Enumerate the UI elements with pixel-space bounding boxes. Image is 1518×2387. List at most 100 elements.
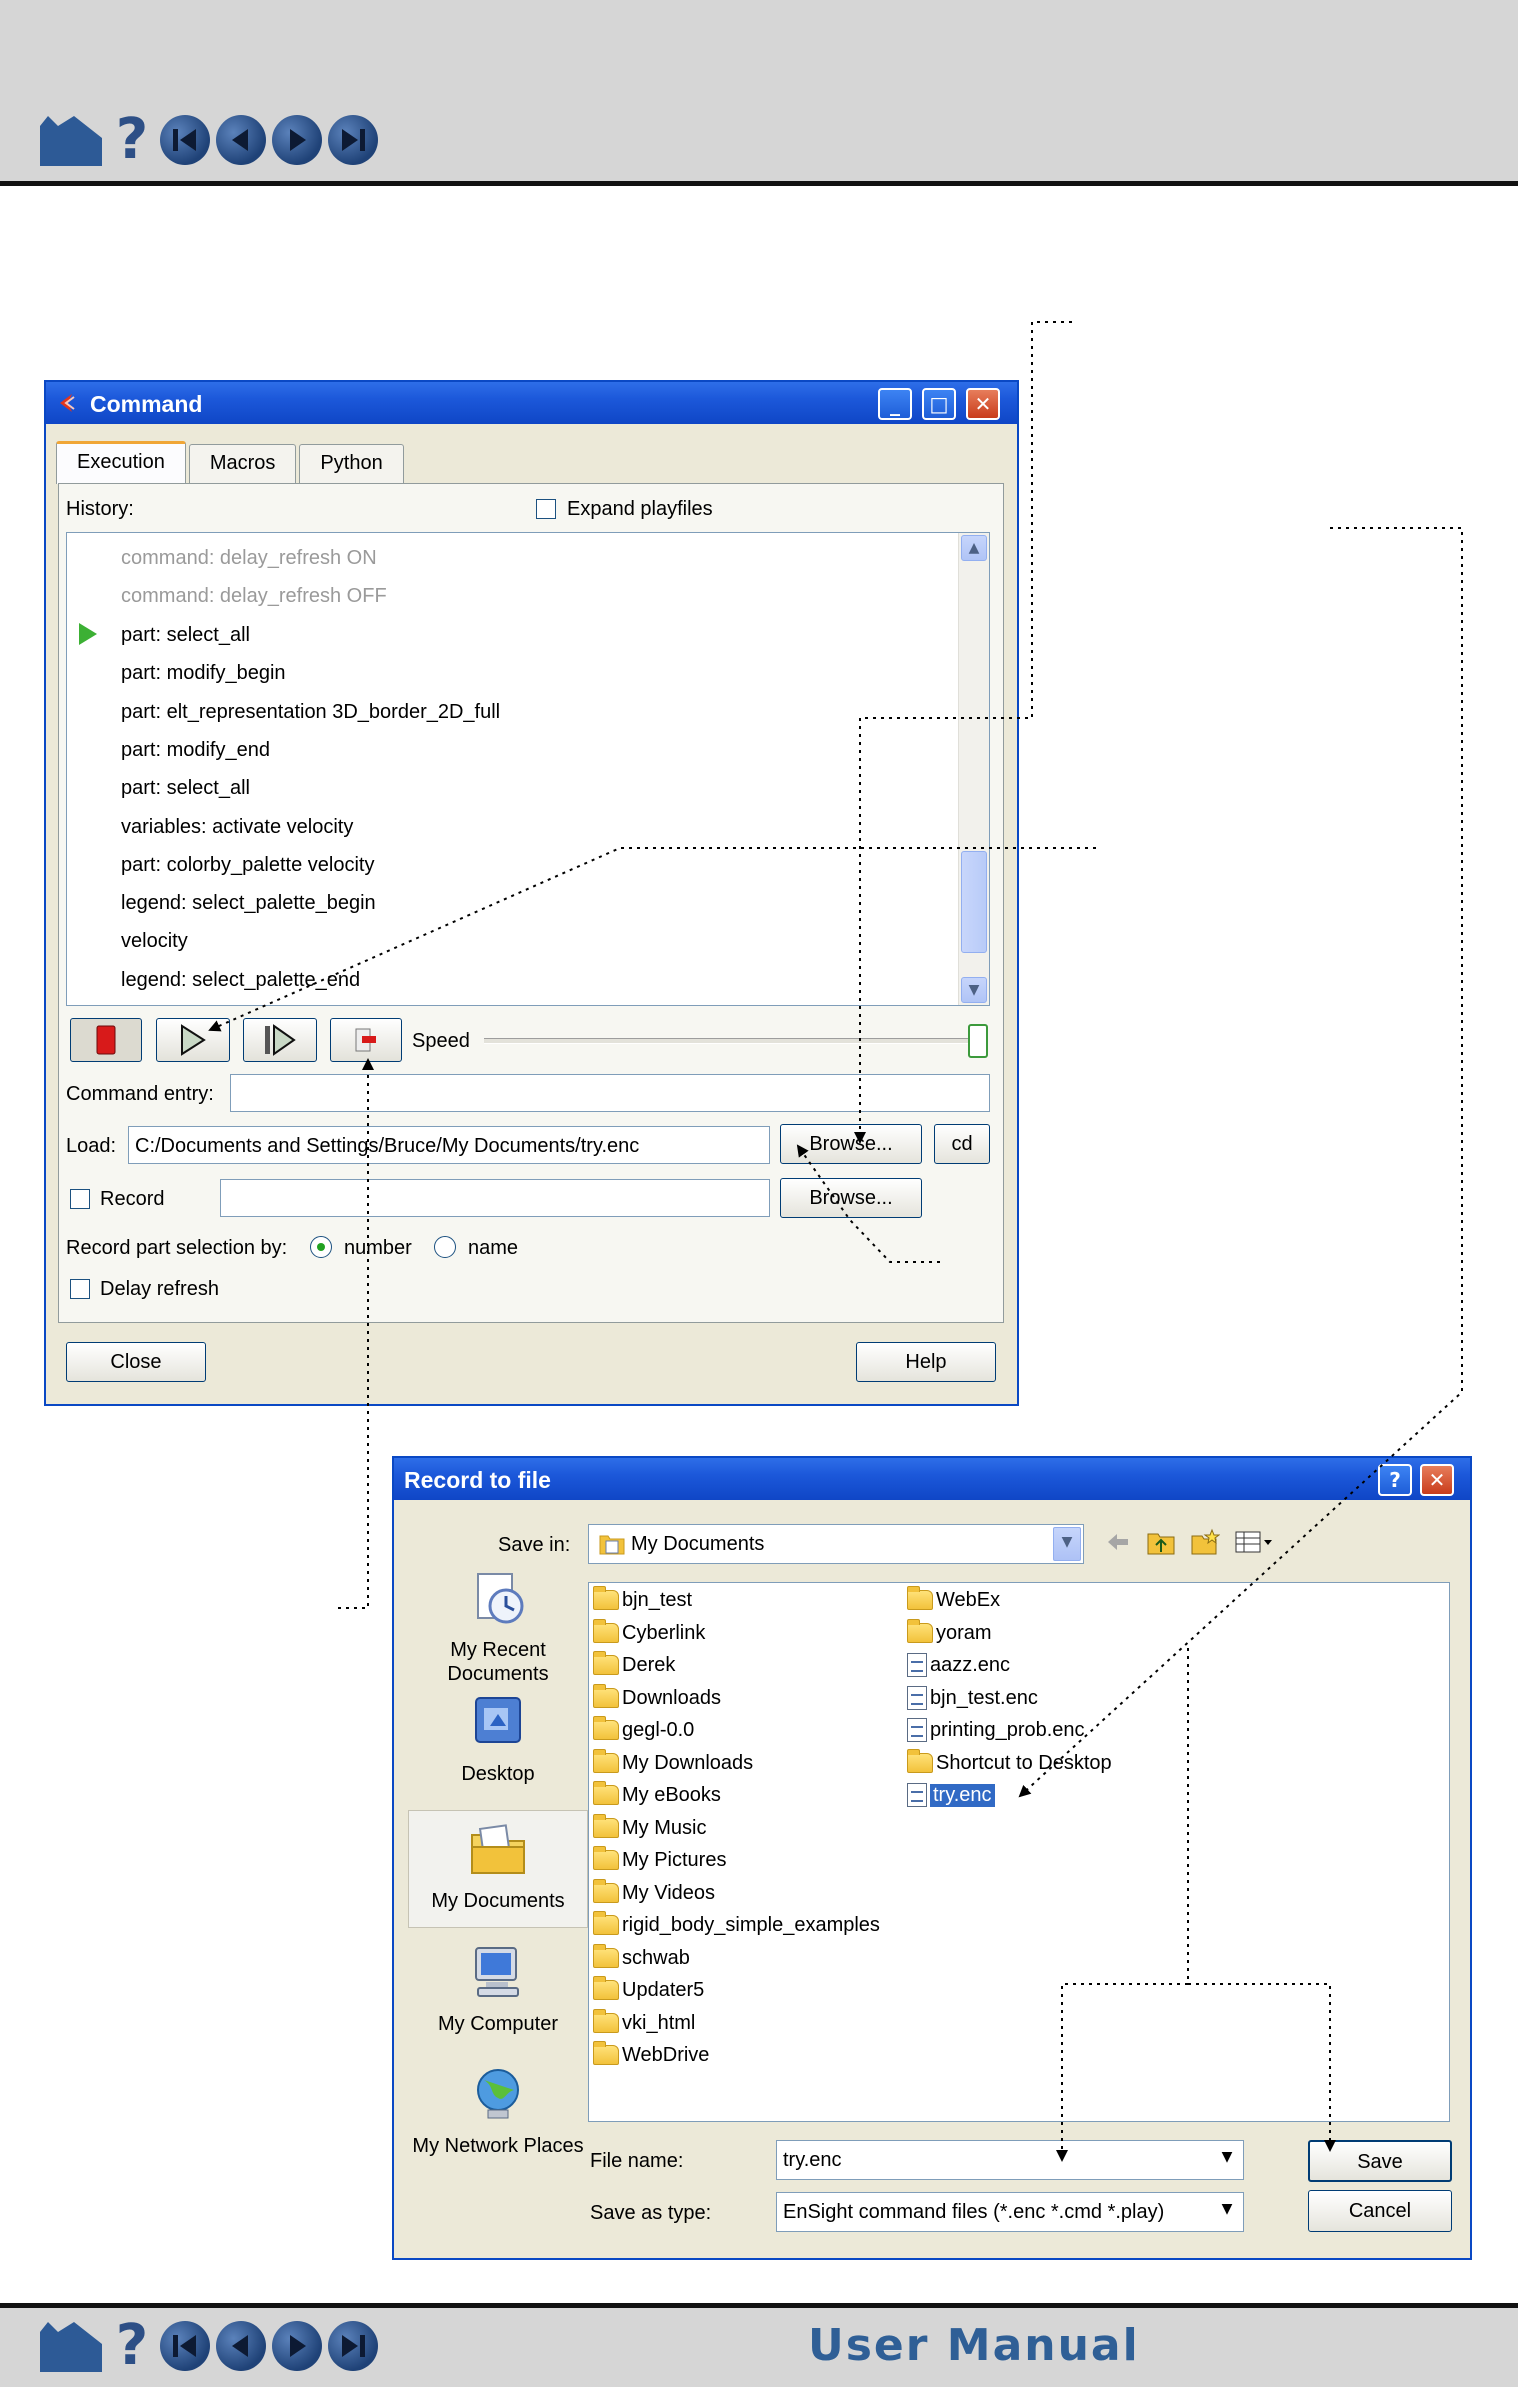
minimize-button[interactable]: _ — [878, 388, 912, 420]
list-item[interactable]: vki_html — [593, 2008, 695, 2038]
play-button[interactable] — [156, 1018, 230, 1062]
radio-number[interactable] — [310, 1236, 332, 1258]
tab-macros[interactable]: Macros — [188, 444, 297, 484]
previous-page-icon[interactable] — [216, 2321, 266, 2371]
list-item[interactable]: WebDrive — [593, 2040, 709, 2070]
list-item[interactable]: yoram — [907, 1618, 992, 1648]
delay-refresh-checkbox[interactable] — [70, 1279, 90, 1299]
list-item[interactable]: aazz.enc — [907, 1650, 1010, 1680]
last-page-icon[interactable] — [328, 115, 378, 165]
place-network[interactable]: My Network Places — [408, 2064, 588, 2158]
list-item[interactable]: rigid_body_simple_examples — [593, 1910, 880, 1940]
folder-icon — [593, 2009, 619, 2033]
list-item[interactable]: My eBooks — [593, 1780, 721, 1810]
new-folder-icon[interactable] — [1190, 1528, 1220, 1556]
list-item[interactable]: Derek — [593, 1650, 675, 1680]
help-icon[interactable]: ? — [110, 2318, 154, 2374]
close-window-button[interactable]: ✕ — [966, 388, 1000, 420]
next-page-icon[interactable] — [272, 2321, 322, 2371]
history-item[interactable]: command: delay_refresh ON — [121, 547, 377, 570]
tab-python[interactable]: Python — [299, 444, 404, 484]
view-menu-icon[interactable] — [1234, 1528, 1274, 1556]
place-my-computer[interactable]: My Computer — [408, 1942, 588, 2036]
step-button[interactable] — [243, 1018, 317, 1062]
list-item[interactable]: printing_prob.enc — [907, 1715, 1085, 1745]
list-item[interactable]: My Videos — [593, 1878, 715, 1908]
last-page-icon[interactable] — [328, 2321, 378, 2371]
scroll-up-icon[interactable]: ▲ — [961, 535, 987, 561]
tab-execution[interactable]: Execution — [56, 441, 186, 484]
history-item[interactable]: part: select_all — [121, 777, 250, 800]
cancel-button[interactable]: Cancel — [1308, 2190, 1452, 2232]
dialog-help-button[interactable]: ? — [1378, 1464, 1412, 1496]
record-path-input[interactable] — [220, 1179, 770, 1217]
exit-playback-button[interactable] — [330, 1018, 402, 1062]
list-item[interactable]: My Downloads — [593, 1748, 753, 1778]
history-item[interactable]: part: elt_representation 3D_border_2D_fu… — [121, 701, 500, 724]
list-item[interactable]: My Music — [593, 1813, 706, 1843]
list-item[interactable]: bjn_test — [593, 1585, 692, 1615]
speed-slider-track[interactable] — [484, 1038, 986, 1044]
record-browse-button[interactable]: Browse... — [780, 1178, 922, 1218]
history-item[interactable]: legend: select_palette_begin — [121, 892, 376, 915]
list-item[interactable]: Updater5 — [593, 1975, 704, 2005]
history-item[interactable]: legend: select_palette_end — [121, 969, 360, 992]
expand-playfiles-checkbox[interactable] — [536, 499, 556, 519]
place-my-documents[interactable]: My Documents — [408, 1810, 588, 1928]
record-checkbox[interactable] — [70, 1189, 90, 1209]
history-item[interactable]: part: colorby_palette velocity — [121, 854, 374, 877]
list-item[interactable]: Shortcut to Desktop — [907, 1748, 1112, 1778]
list-item[interactable]: My Pictures — [593, 1845, 726, 1875]
help-icon[interactable]: ? — [110, 112, 154, 168]
dialog-close-button[interactable]: ✕ — [1420, 1464, 1454, 1496]
command-titlebar[interactable]: Command _ □ ✕ — [46, 382, 1017, 424]
save-button[interactable]: Save — [1308, 2140, 1452, 2182]
list-item[interactable]: bjn_test.enc — [907, 1683, 1038, 1713]
history-item[interactable]: part: modify_begin — [121, 662, 286, 685]
up-folder-icon[interactable] — [1146, 1528, 1176, 1556]
history-item[interactable]: part: modify_end — [121, 739, 270, 762]
place-label: My Recent Documents — [447, 1639, 549, 1685]
list-item[interactable]: WebEx — [907, 1585, 1000, 1615]
chevron-down-icon[interactable]: ▼ — [1213, 2195, 1241, 2229]
first-page-icon[interactable] — [160, 2321, 210, 2371]
scroll-thumb[interactable] — [961, 851, 987, 953]
next-page-icon[interactable] — [272, 115, 322, 165]
load-browse-button[interactable]: Browse... — [780, 1124, 922, 1164]
list-item[interactable]: Cyberlink — [593, 1618, 705, 1648]
place-desktop[interactable]: Desktop — [408, 1692, 588, 1786]
command-entry-input[interactable] — [230, 1074, 990, 1112]
back-arrow-icon[interactable] — [1104, 1528, 1132, 1556]
history-scrollbar[interactable]: ▲ ▼ — [958, 533, 989, 1005]
history-item[interactable]: variables: activate velocity — [121, 816, 353, 839]
speed-slider-thumb[interactable] — [968, 1024, 988, 1058]
history-item[interactable]: part: select_all — [121, 624, 250, 647]
maximize-button[interactable]: □ — [922, 388, 956, 420]
file-list[interactable]: bjn_test Cyberlink Derek Downloads gegl-… — [588, 1582, 1450, 2122]
first-page-icon[interactable] — [160, 115, 210, 165]
close-button[interactable]: Close — [66, 1342, 206, 1382]
home-icon[interactable] — [38, 2318, 104, 2374]
list-item[interactable]: gegl-0.0 — [593, 1715, 694, 1745]
history-item[interactable]: command: delay_refresh OFF — [121, 585, 387, 608]
chevron-down-icon[interactable]: ▼ — [1213, 2143, 1241, 2177]
list-item[interactable]: schwab — [593, 1943, 690, 1973]
list-item[interactable]: Downloads — [593, 1683, 721, 1713]
help-button[interactable]: Help — [856, 1342, 996, 1382]
chevron-down-icon[interactable]: ▼ — [1053, 1527, 1081, 1561]
radio-name[interactable] — [434, 1236, 456, 1258]
stop-button[interactable] — [70, 1018, 142, 1062]
place-recent-documents[interactable]: My Recent Documents — [408, 1568, 588, 1686]
home-icon[interactable] — [38, 112, 104, 168]
load-path-input[interactable]: C:/Documents and Settings/Bruce/My Docum… — [128, 1126, 770, 1164]
history-item[interactable]: velocity — [121, 930, 188, 953]
cd-button[interactable]: cd — [934, 1124, 990, 1164]
record-dialog-titlebar[interactable]: Record to file ? ✕ — [394, 1458, 1470, 1500]
file-name-combo[interactable]: try.enc ▼ — [776, 2140, 1244, 2180]
save-as-type-combo[interactable]: EnSight command files (*.enc *.cmd *.pla… — [776, 2192, 1244, 2232]
previous-page-icon[interactable] — [216, 115, 266, 165]
save-in-combo[interactable]: My Documents ▼ — [588, 1524, 1084, 1564]
list-item-selected[interactable]: try.enc — [907, 1780, 995, 1810]
history-list[interactable]: command: delay_refresh ON command: delay… — [66, 532, 990, 1006]
scroll-down-icon[interactable]: ▼ — [961, 977, 987, 1003]
